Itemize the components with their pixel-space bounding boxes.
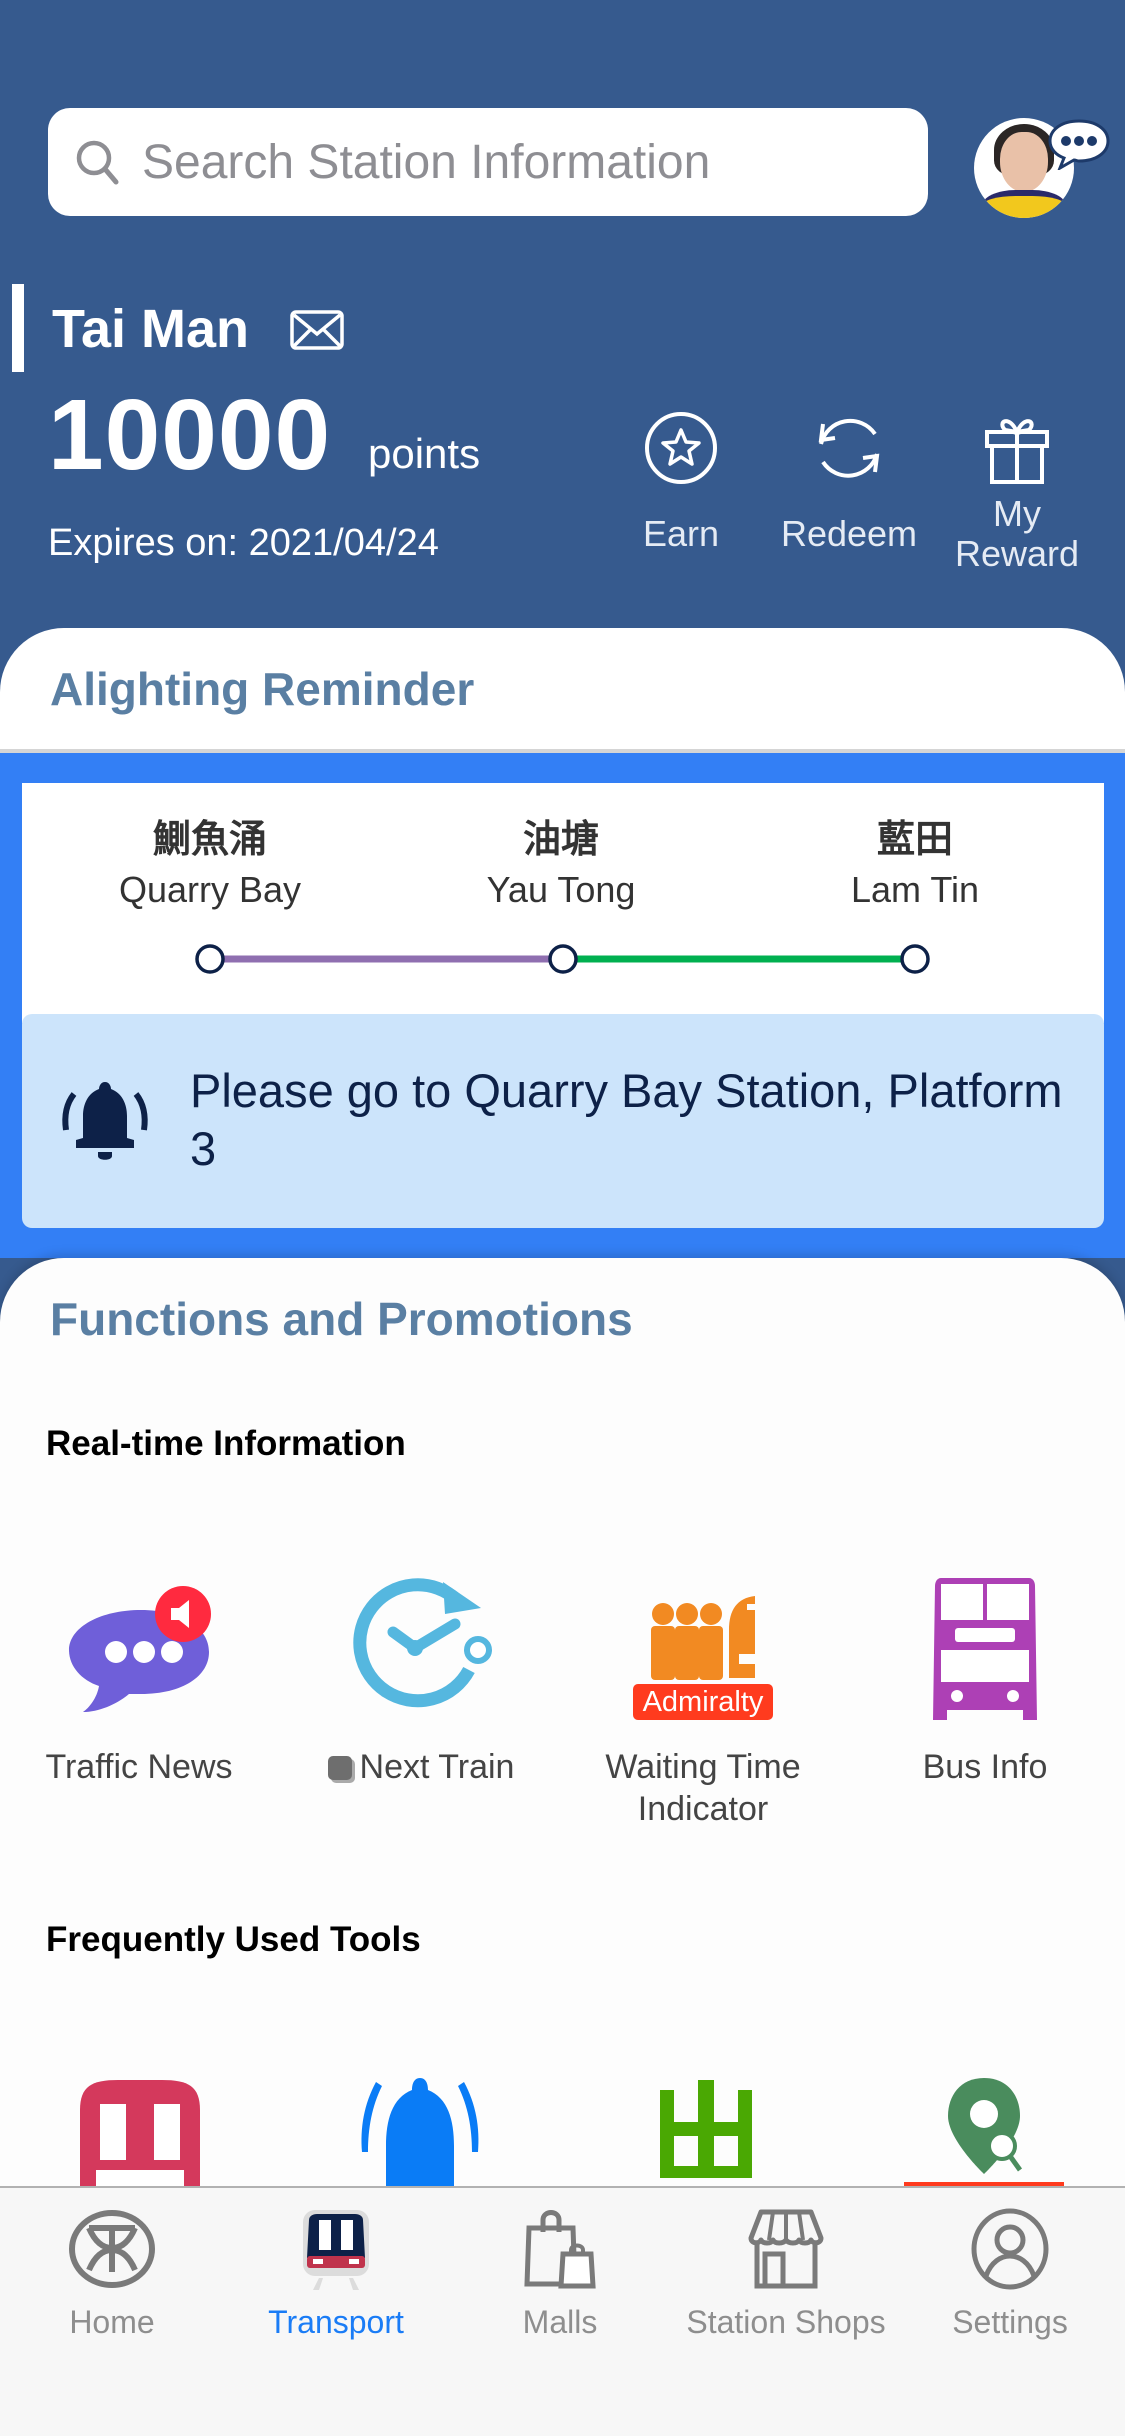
search-placeholder: Search Station Information bbox=[142, 135, 711, 189]
tab-home-label: Home bbox=[69, 2304, 155, 2340]
tab-settings-label: Settings bbox=[952, 2304, 1068, 2340]
station-badge-text: Admiralty bbox=[643, 1686, 764, 1718]
shopping-bag-icon bbox=[524, 2210, 596, 2289]
gift-icon bbox=[985, 419, 1049, 484]
station-name-zh: 油塘 bbox=[522, 817, 599, 861]
next-train-label: Next Train bbox=[359, 1748, 515, 1786]
tab-malls[interactable]: Malls bbox=[450, 2206, 670, 2341]
earn-button[interactable]: Earn bbox=[606, 410, 756, 554]
train-icon bbox=[80, 2080, 200, 2190]
search-icon bbox=[76, 140, 119, 185]
functions-title: Functions and Promotions bbox=[50, 1293, 633, 1345]
station-name-en: Yau Tong bbox=[486, 869, 636, 910]
traffic-news-label: Traffic News bbox=[45, 1748, 233, 1786]
earn-label: Earn bbox=[642, 513, 720, 554]
mail-icon[interactable] bbox=[290, 310, 344, 350]
alighting-reminder-title: Alighting Reminder bbox=[50, 663, 475, 715]
tab-transport-label: Transport bbox=[268, 2304, 404, 2340]
route-line bbox=[195, 944, 1104, 974]
bus-info-label: Bus Info bbox=[922, 1748, 1048, 1786]
points-expiry: Expires on: 2021/04/24 bbox=[48, 522, 439, 564]
traffic-news-tile[interactable]: Traffic News bbox=[14, 1570, 264, 1788]
tool-alarm[interactable] bbox=[340, 2070, 500, 2190]
points-value: 10000 bbox=[48, 379, 332, 491]
station-lam-tin[interactable]: 藍田 Lam Tin bbox=[785, 808, 1045, 911]
storefront-icon bbox=[748, 2209, 824, 2289]
bottom-tab-bar: Home Transport Malls Station Shops Setti… bbox=[0, 2186, 1125, 2436]
location-search-icon bbox=[904, 2078, 1064, 2190]
clock-icon bbox=[353, 1578, 492, 1708]
station-node bbox=[548, 944, 578, 974]
redeem-button[interactable]: Redeem bbox=[774, 410, 924, 554]
waiting-time-label: Waiting Time Indicator bbox=[605, 1748, 801, 1828]
bus-icon bbox=[933, 1578, 1037, 1720]
user-name: Tai Man bbox=[52, 299, 250, 359]
tool-station-locator[interactable] bbox=[904, 2070, 1064, 2190]
station-name-en: Quarry Bay bbox=[118, 869, 302, 910]
tab-home[interactable]: Home bbox=[2, 2206, 222, 2341]
tab-settings[interactable]: Settings bbox=[900, 2206, 1120, 2341]
refresh-icon bbox=[818, 418, 880, 478]
bell-icon bbox=[62, 1082, 148, 1160]
tab-transport[interactable]: Transport bbox=[226, 2206, 446, 2341]
tab-malls-label: Malls bbox=[522, 2304, 598, 2340]
chat-bubble-icon bbox=[69, 1586, 211, 1712]
my-reward-button[interactable]: My Reward bbox=[942, 410, 1092, 574]
station-name-zh: 藍田 bbox=[876, 817, 953, 861]
bus-info-tile[interactable]: Bus Info bbox=[860, 1570, 1110, 1788]
tab-station-shops-label: Station Shops bbox=[686, 2304, 886, 2340]
station-node bbox=[195, 944, 225, 974]
points-unit: points bbox=[368, 430, 481, 477]
name-accent-bar bbox=[12, 284, 24, 372]
exit-icon bbox=[660, 2080, 752, 2178]
chat-bubble-icon[interactable] bbox=[1046, 118, 1112, 170]
my-reward-label: My Reward bbox=[954, 493, 1080, 574]
queue-icon: Admiralty bbox=[633, 1596, 773, 1720]
search-input[interactable]: Search Station Information bbox=[48, 108, 928, 216]
frequently-used-tools-title: Frequently Used Tools bbox=[46, 1920, 421, 1959]
station-quarry-bay[interactable]: 鰂魚涌 Quarry Bay bbox=[80, 808, 340, 911]
mtr-logo-icon bbox=[69, 2210, 155, 2288]
user-profile-icon bbox=[971, 2208, 1049, 2290]
next-train-tile[interactable]: Next Train bbox=[296, 1570, 546, 1788]
copy-icon bbox=[327, 1756, 352, 1780]
station-node bbox=[900, 944, 930, 974]
station-name-en: Lam Tin bbox=[850, 869, 980, 910]
realtime-info-title: Real-time Information bbox=[46, 1424, 406, 1463]
tool-exit[interactable] bbox=[626, 2070, 786, 2190]
star-circle-icon bbox=[645, 412, 717, 484]
station-yau-tong[interactable]: 油塘 Yau Tong bbox=[431, 808, 691, 911]
waiting-time-indicator-tile[interactable]: Admiralty Waiting Time Indicator bbox=[578, 1570, 828, 1830]
station-name-zh: 鰂魚涌 bbox=[152, 817, 267, 861]
redeem-label: Redeem bbox=[780, 513, 918, 554]
reminder-message: Please go to Quarry Bay Station, Platfor… bbox=[190, 1064, 1063, 1175]
bell-icon bbox=[361, 2078, 479, 2190]
tool-train[interactable] bbox=[60, 2070, 220, 2190]
train-icon bbox=[303, 2210, 369, 2290]
tab-station-shops[interactable]: Station Shops bbox=[676, 2206, 896, 2341]
